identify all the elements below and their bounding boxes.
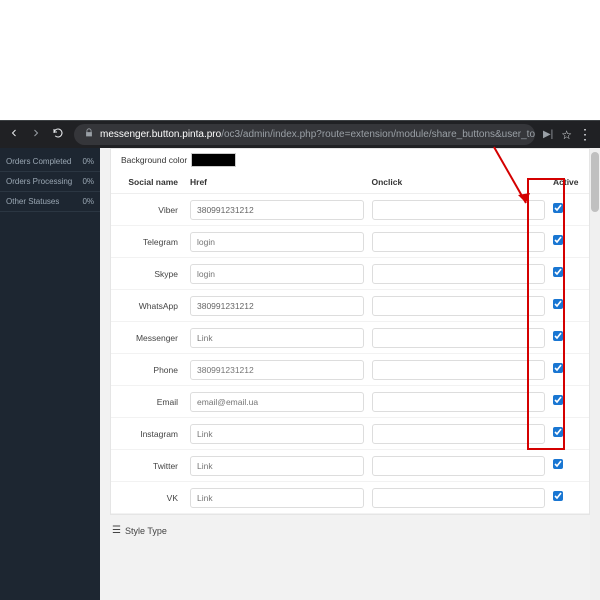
scrollbar[interactable]: [590, 148, 600, 600]
onclick-input[interactable]: [372, 456, 546, 476]
table-row: Viber: [111, 194, 589, 226]
top-blank: [0, 0, 600, 120]
active-checkbox[interactable]: [553, 331, 563, 341]
row-name: Messenger: [111, 322, 186, 354]
style-type-label: Style Type: [125, 526, 167, 536]
browser-chrome: messenger.button.pinta.pro/oc3/admin/ind…: [0, 120, 600, 148]
social-table: Social name Href Onclick Active ViberTel…: [111, 171, 589, 514]
scrollbar-thumb[interactable]: [591, 152, 599, 212]
reload-icon[interactable]: [52, 127, 64, 142]
bookmark-star-icon[interactable]: ☆: [561, 128, 572, 142]
href-input[interactable]: [190, 264, 364, 284]
sidebar: Orders Completed 0% Orders Processing 0%…: [0, 148, 100, 600]
active-checkbox[interactable]: [553, 491, 563, 501]
href-input[interactable]: [190, 424, 364, 444]
active-checkbox[interactable]: [553, 459, 563, 469]
back-icon[interactable]: [8, 127, 20, 142]
onclick-input[interactable]: [372, 264, 546, 284]
table-row: Phone: [111, 354, 589, 386]
href-input[interactable]: [190, 200, 364, 220]
table-row: Skype: [111, 258, 589, 290]
onclick-input[interactable]: [372, 200, 546, 220]
href-input[interactable]: [190, 488, 364, 508]
list-icon: ☰: [112, 525, 121, 536]
reader-icon[interactable]: ▶|: [543, 129, 553, 140]
href-input[interactable]: [190, 232, 364, 252]
table-row: VK: [111, 482, 589, 514]
row-name: Viber: [111, 194, 186, 226]
onclick-input[interactable]: [372, 296, 546, 316]
col-social-name: Social name: [111, 171, 186, 194]
sidebar-item-label: Orders Processing: [6, 177, 72, 186]
sidebar-item-label: Other Statuses: [6, 197, 59, 206]
row-name: VK: [111, 482, 186, 514]
row-name: WhatsApp: [111, 290, 186, 322]
lock-icon: [84, 128, 94, 141]
table-row: Email: [111, 386, 589, 418]
row-name: Telegram: [111, 226, 186, 258]
active-checkbox[interactable]: [553, 299, 563, 309]
onclick-input[interactable]: [372, 328, 546, 348]
row-name: Phone: [111, 354, 186, 386]
active-checkbox[interactable]: [553, 235, 563, 245]
active-checkbox[interactable]: [553, 203, 563, 213]
href-input[interactable]: [190, 328, 364, 348]
sidebar-item[interactable]: Orders Completed 0%: [0, 152, 100, 172]
href-input[interactable]: [190, 456, 364, 476]
onclick-input[interactable]: [372, 488, 546, 508]
active-checkbox[interactable]: [553, 363, 563, 373]
onclick-input[interactable]: [372, 424, 546, 444]
href-input[interactable]: [190, 360, 364, 380]
sidebar-item-pct: 0%: [82, 197, 94, 206]
bg-color-label: Background color: [121, 155, 191, 165]
row-name: Email: [111, 386, 186, 418]
onclick-input[interactable]: [372, 232, 546, 252]
main-content: Background color Social name Href Onclic…: [100, 148, 600, 600]
sidebar-item[interactable]: Other Statuses 0%: [0, 192, 100, 212]
forward-icon[interactable]: [30, 127, 42, 142]
table-row: WhatsApp: [111, 290, 589, 322]
row-name: Skype: [111, 258, 186, 290]
sidebar-item[interactable]: Orders Processing 0%: [0, 172, 100, 192]
menu-kebab-icon[interactable]: ⋮: [578, 126, 592, 143]
sidebar-item-label: Orders Completed: [6, 157, 71, 166]
row-name: Instagram: [111, 418, 186, 450]
row-name: Twitter: [111, 450, 186, 482]
url-host: messenger.button.pinta.pro: [100, 129, 221, 140]
active-checkbox[interactable]: [553, 395, 563, 405]
sidebar-item-pct: 0%: [82, 157, 94, 166]
href-input[interactable]: [190, 392, 364, 412]
col-onclick: Onclick: [368, 171, 550, 194]
settings-panel: Background color Social name Href Onclic…: [110, 148, 590, 515]
style-type-section[interactable]: ☰ Style Type: [110, 521, 590, 540]
active-checkbox[interactable]: [553, 267, 563, 277]
table-row: Twitter: [111, 450, 589, 482]
col-href: Href: [186, 171, 368, 194]
col-active: Active: [549, 171, 589, 194]
onclick-input[interactable]: [372, 360, 546, 380]
href-input[interactable]: [190, 296, 364, 316]
sidebar-item-pct: 0%: [82, 177, 94, 186]
table-row: Messenger: [111, 322, 589, 354]
bg-color-swatch[interactable]: [191, 153, 236, 167]
table-row: Instagram: [111, 418, 589, 450]
onclick-input[interactable]: [372, 392, 546, 412]
table-row: Telegram: [111, 226, 589, 258]
active-checkbox[interactable]: [553, 427, 563, 437]
url-bar[interactable]: messenger.button.pinta.pro/oc3/admin/ind…: [74, 124, 535, 145]
url-path: /oc3/admin/index.php?route=extension/mod…: [221, 129, 535, 140]
